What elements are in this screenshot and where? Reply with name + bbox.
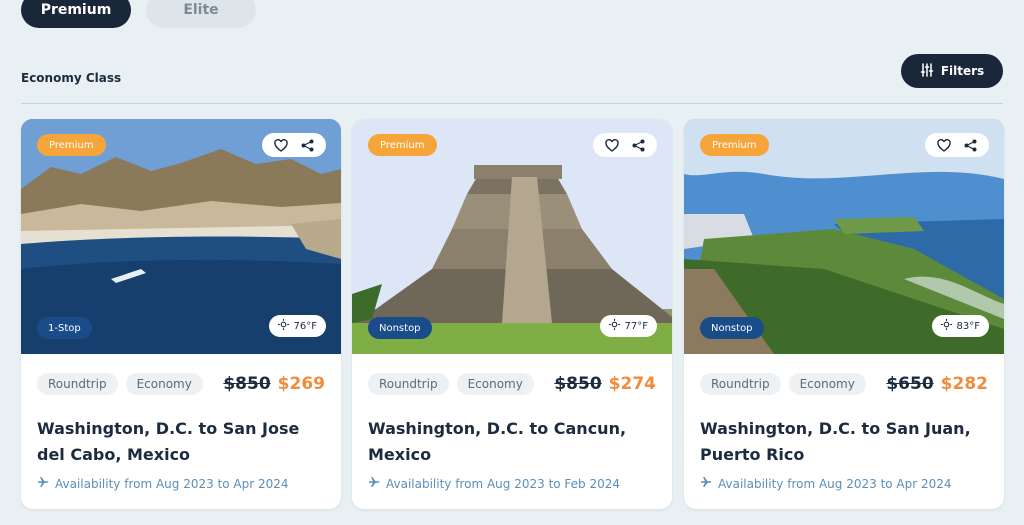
temperature-value: 83°F bbox=[956, 320, 980, 332]
destination-image: Premium Nonstop 77°F bbox=[352, 119, 672, 354]
card-actions bbox=[925, 133, 989, 157]
tab-elite[interactable]: Elite bbox=[146, 0, 256, 28]
share-icon[interactable] bbox=[301, 139, 314, 152]
availability: Availability from Aug 2023 to Apr 2024 bbox=[37, 476, 325, 491]
section-divider bbox=[21, 103, 1003, 104]
trip-type-tag: Roundtrip bbox=[700, 373, 781, 395]
sale-price: $282 bbox=[940, 374, 988, 394]
flight-card[interactable]: Premium Nonstop 83°F Roundtrip Economy $… bbox=[684, 119, 1004, 509]
temperature-badge: 83°F bbox=[931, 315, 989, 337]
cabin-tag: Economy bbox=[125, 373, 203, 395]
temperature-value: 77°F bbox=[624, 320, 648, 332]
temperature-badge: 76°F bbox=[268, 315, 326, 337]
tab-premium[interactable]: Premium bbox=[21, 0, 131, 28]
route-title[interactable]: Washington, D.C. to San Juan, Puerto Ric… bbox=[700, 416, 988, 468]
original-price: $850 bbox=[223, 374, 271, 394]
share-icon[interactable] bbox=[964, 139, 977, 152]
availability: Availability from Aug 2023 to Apr 2024 bbox=[700, 476, 988, 491]
stops-badge: 1-Stop bbox=[37, 317, 92, 339]
stops-badge: Nonstop bbox=[368, 317, 432, 339]
original-price: $650 bbox=[886, 374, 934, 394]
sun-icon bbox=[608, 319, 620, 333]
destination-image: Premium Nonstop 83°F bbox=[684, 119, 1004, 354]
availability-text: Availability from Aug 2023 to Apr 2024 bbox=[55, 476, 289, 491]
cabin-tag: Economy bbox=[788, 373, 866, 395]
plane-icon bbox=[37, 476, 49, 491]
original-price: $850 bbox=[554, 374, 602, 394]
temperature-badge: 77°F bbox=[599, 315, 657, 337]
filters-button[interactable]: Filters bbox=[901, 54, 1003, 88]
heart-icon[interactable] bbox=[274, 138, 288, 152]
section-title: Economy Class bbox=[21, 71, 122, 85]
sale-price: $274 bbox=[608, 374, 656, 394]
flight-card[interactable]: Premium 1-Stop 76°F Roundtrip Economy $8… bbox=[21, 119, 341, 509]
stops-badge: Nonstop bbox=[700, 317, 764, 339]
availability: Availability from Aug 2023 to Feb 2024 bbox=[368, 476, 656, 491]
route-title[interactable]: Washington, D.C. to Cancun, Mexico bbox=[368, 416, 656, 468]
class-tabs: Premium Elite bbox=[21, 0, 256, 28]
sun-icon bbox=[940, 319, 952, 333]
cabin-tag: Economy bbox=[456, 373, 534, 395]
share-icon[interactable] bbox=[632, 139, 645, 152]
trip-type-tag: Roundtrip bbox=[368, 373, 449, 395]
heart-icon[interactable] bbox=[937, 138, 951, 152]
plane-icon bbox=[368, 476, 380, 491]
sale-price: $269 bbox=[277, 374, 325, 394]
trip-type-tag: Roundtrip bbox=[37, 373, 118, 395]
plane-icon bbox=[700, 476, 712, 491]
filters-label: Filters bbox=[940, 64, 985, 78]
heart-icon[interactable] bbox=[605, 138, 619, 152]
sun-icon bbox=[277, 319, 289, 333]
premium-badge: Premium bbox=[368, 134, 437, 156]
availability-text: Availability from Aug 2023 to Feb 2024 bbox=[386, 476, 621, 491]
temperature-value: 76°F bbox=[293, 320, 317, 332]
availability-text: Availability from Aug 2023 to Apr 2024 bbox=[718, 476, 952, 491]
premium-badge: Premium bbox=[37, 134, 106, 156]
route-title[interactable]: Washington, D.C. to San Jose del Cabo, M… bbox=[37, 416, 325, 468]
card-actions bbox=[593, 133, 657, 157]
flight-card[interactable]: Premium Nonstop 77°F Roundtrip Economy $… bbox=[352, 119, 672, 509]
destination-image: Premium 1-Stop 76°F bbox=[21, 119, 341, 354]
sliders-icon bbox=[920, 62, 934, 80]
premium-badge: Premium bbox=[700, 134, 769, 156]
card-actions bbox=[262, 133, 326, 157]
